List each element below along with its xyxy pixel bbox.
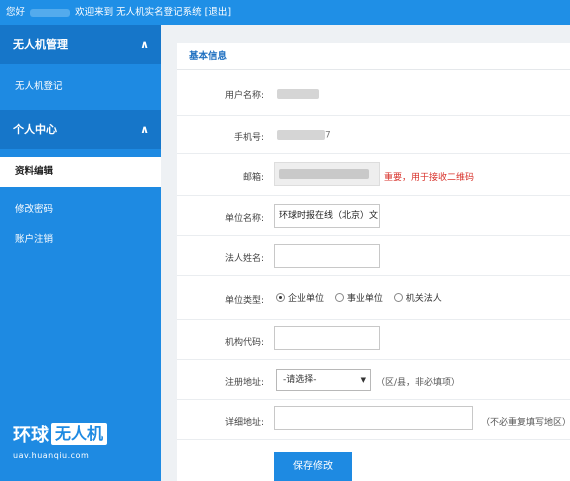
sidebar-section-drone-management[interactable]: 无人机管理 ∧ (0, 25, 161, 64)
brand-logo: 环球 无人机 uav.huanqiu.com (13, 423, 153, 460)
row-company: 单位名称: 环球时报在线（北京）文 (177, 196, 570, 236)
radio-label: 事业单位 (346, 294, 383, 304)
phone-value: 7 (277, 130, 331, 141)
phone-suffix: 7 (325, 130, 331, 141)
panel-title: 基本信息 (177, 43, 570, 70)
top-bar: 您好 欢迎来到 无人机实名登记系统 [退出] (0, 0, 570, 25)
sidebar-section-title: 个人中心 (13, 123, 57, 136)
welcome-text: 欢迎来到 无人机实名登记系统 (75, 7, 202, 18)
sidebar-item-change-password[interactable]: 修改密码 (0, 195, 161, 225)
save-button[interactable]: 保存修改 (274, 452, 352, 481)
legal-name-label: 法人姓名: (224, 254, 264, 264)
reg-address-note: （区/县，非必填项） (376, 378, 461, 388)
radio-unchecked-icon[interactable] (393, 293, 403, 302)
brand-badge: 无人机 (51, 423, 108, 445)
org-code-label: 机构代码: (224, 338, 264, 348)
reg-address-label: 注册地址: (224, 378, 264, 388)
detail-address-label: 详细地址: (224, 418, 264, 428)
legal-name-field[interactable] (274, 244, 380, 268)
phone-label: 手机号: (233, 133, 264, 143)
select-value: -请选择- (283, 375, 317, 385)
chevron-up-icon[interactable]: ∧ (140, 110, 149, 149)
username-redacted (30, 8, 71, 17)
sidebar-item-drone-register[interactable]: 无人机登记 (0, 72, 161, 102)
email-field[interactable] (274, 162, 380, 186)
logout-link[interactable]: [退出] (205, 7, 231, 18)
sidebar-item-account-cancel[interactable]: 账户注销 (0, 225, 161, 255)
detail-address-field[interactable] (274, 406, 473, 430)
username-value-redacted (277, 89, 319, 102)
unit-type-label: 单位类型: (224, 296, 264, 306)
radio-label: 机关法人 (405, 294, 442, 304)
row-detail-address: 详细地址: （不必重复填写地区） (177, 400, 570, 440)
row-email: 邮箱: 重要，用于接收二维码 (177, 154, 570, 196)
greeting-text: 您好 (6, 7, 26, 18)
detail-address-note: （不必重复填写地区） (481, 418, 570, 428)
dropdown-arrow-icon[interactable]: ▼ (361, 370, 366, 390)
org-code-field[interactable] (274, 326, 380, 350)
profile-form-panel: 基本信息 用户名称: 手机号: 7 邮箱: 重要，用于接收二维码 单位名称: 环… (177, 43, 570, 481)
sidebar-section-personal-center[interactable]: 个人中心 ∧ (0, 110, 161, 149)
email-note: 重要，用于接收二维码 (384, 173, 475, 183)
row-unit-type: 单位类型: 企业单位 事业单位 机关法人 (177, 276, 570, 320)
radio-public-institution[interactable]: 事业单位 (334, 291, 383, 304)
username-label: 用户名称: (224, 91, 264, 101)
company-label: 单位名称: (224, 214, 264, 224)
radio-label: 企业单位 (288, 294, 325, 304)
company-name-field[interactable]: 环球时报在线（北京）文 (274, 204, 380, 228)
radio-unchecked-icon[interactable] (334, 293, 344, 302)
sidebar: 无人机管理 ∧ 无人机登记 个人中心 ∧ 资料编辑 修改密码 账户注销 环球 无人… (0, 25, 161, 481)
row-phone: 手机号: 7 (177, 116, 570, 154)
radio-government-agency[interactable]: 机关法人 (393, 291, 442, 304)
row-reg-address: 注册地址: -请选择- ▼ （区/县，非必填项） (177, 360, 570, 400)
unit-type-radio-group: 企业单位 事业单位 机关法人 (276, 291, 450, 305)
sidebar-section-title: 无人机管理 (13, 38, 68, 51)
email-label: 邮箱: (242, 173, 264, 183)
sidebar-item-profile-edit[interactable]: 资料编辑 (0, 157, 161, 187)
brand-name: 环球 (13, 425, 49, 446)
chevron-up-icon[interactable]: ∧ (140, 25, 149, 64)
reg-address-select[interactable]: -请选择- ▼ (276, 369, 371, 391)
brand-url: uav.huanqiu.com (13, 451, 90, 460)
row-org-code: 机构代码: (177, 320, 570, 360)
radio-checked-icon[interactable] (276, 293, 285, 302)
radio-enterprise[interactable]: 企业单位 (276, 291, 324, 304)
row-legal-name: 法人姓名: (177, 236, 570, 276)
row-username: 用户名称: (177, 71, 570, 116)
